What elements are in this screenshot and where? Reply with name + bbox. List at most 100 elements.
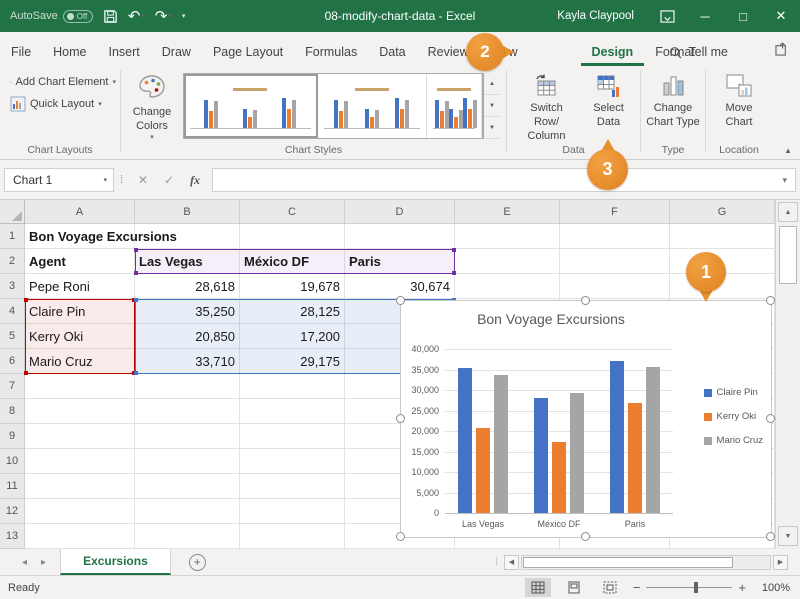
chart-selection-handle[interactable] [581,532,590,541]
bar-kerry-oki[interactable] [476,428,490,513]
row-header-4[interactable]: 4 [0,299,25,324]
cell-C5[interactable]: 17,200 [240,324,345,349]
ribbon-display-options-button[interactable] [648,0,686,32]
chart-style-thumbnail-2[interactable] [318,74,427,138]
grid-cell[interactable] [240,449,345,474]
chart-legend[interactable]: Claire PinKerry OkiMario Cruz [704,387,763,446]
cell-D2[interactable]: Paris [345,249,455,274]
grid-cell[interactable] [135,374,240,399]
tab-design[interactable]: Design [581,37,645,66]
cell-C2[interactable]: México DF [240,249,345,274]
legend-item-claire-pin[interactable]: Claire Pin [704,387,763,398]
chart-style-thumbnail-3[interactable] [427,74,482,138]
grid-cell[interactable] [560,274,670,299]
confirm-entry-button[interactable]: ✓ [156,173,182,187]
chart-style-thumbnail-1[interactable] [184,74,318,138]
change-colors-button[interactable]: Change Colors ▾ [121,71,183,144]
bar-kerry-oki[interactable] [552,442,566,513]
legend-item-kerry-oki[interactable]: Kerry Oki [704,411,763,422]
collapse-ribbon-button[interactable]: ▲ [784,146,792,155]
save-button[interactable] [103,9,118,24]
zoom-out-button[interactable]: − [633,580,641,595]
tab-data[interactable]: Data [368,37,416,66]
bar-mario-cruz[interactable] [494,375,508,513]
grid-cell[interactable] [560,224,670,249]
row-header-6[interactable]: 6 [0,349,25,374]
row-header-2[interactable]: 2 [0,249,25,274]
cell-A5[interactable]: Kerry Oki [25,324,135,349]
embedded-chart[interactable]: Bon Voyage Excursions05,00010,00015,0002… [400,300,772,538]
vscroll-down-button[interactable]: ▼ [778,526,798,546]
minimize-button[interactable]: ─ [686,0,724,32]
zoom-slider-thumb[interactable] [694,582,698,593]
chart-selection-handle[interactable] [396,532,405,541]
grid-cell[interactable] [670,224,775,249]
new-sheet-button[interactable]: + [189,554,206,571]
grid-cell[interactable] [240,399,345,424]
page-break-preview-button[interactable] [597,578,623,597]
cell-B4[interactable]: 35,250 [135,299,240,324]
gallery-scroll-down-button[interactable]: ▼ [484,95,500,117]
bar-claire-pin[interactable] [458,368,472,513]
chart-selection-handle[interactable] [581,296,590,305]
grid-cell[interactable] [135,449,240,474]
row-header-5[interactable]: 5 [0,324,25,349]
grid-cell[interactable] [240,374,345,399]
redo-button[interactable]: ↷▾ [155,9,172,24]
select-all-corner[interactable] [0,200,25,224]
cell-A4[interactable]: Claire Pin [25,299,135,324]
normal-view-button[interactable] [525,578,551,597]
row-header-13[interactable]: 13 [0,524,25,549]
tab-draw[interactable]: Draw [151,37,202,66]
sheet-nav-right-button[interactable]: ▸ [41,557,46,568]
column-header-e[interactable]: E [455,200,560,224]
cell-A3[interactable]: Pepe Roni [25,274,135,299]
chart-selection-handle[interactable] [766,296,775,305]
column-header-b[interactable]: B [135,200,240,224]
grid-cell[interactable] [135,474,240,499]
vertical-scrollbar[interactable]: ▲▼ [775,200,800,549]
grid-cell[interactable] [455,224,560,249]
formula-bar-splitter[interactable]: ⁞ [114,174,130,186]
horizontal-scrollbar[interactable]: ◀ ▶ [498,549,800,575]
cell-C4[interactable]: 28,125 [240,299,345,324]
grid-cell[interactable] [25,424,135,449]
vscroll-up-button[interactable]: ▲ [778,202,798,222]
hscroll-track[interactable] [521,555,771,570]
sheet-nav-left-button[interactable]: ◂ [22,557,27,568]
tab-file[interactable]: File [0,37,42,66]
grid-cell[interactable] [25,474,135,499]
cell-C3[interactable]: 19,678 [240,274,345,299]
undo-button[interactable]: ↶▾ [128,9,145,24]
grid-cell[interactable] [560,249,670,274]
cell-A6[interactable]: Mario Cruz [25,349,135,374]
cell-B3[interactable]: 28,618 [135,274,240,299]
sheet-tab-excursions[interactable]: Excursions [60,549,171,575]
bar-claire-pin[interactable] [534,398,548,513]
column-header-a[interactable]: A [25,200,135,224]
grid-cell[interactable] [135,499,240,524]
zoom-slider[interactable] [646,587,732,588]
bar-mario-cruz[interactable] [570,393,584,513]
grid-cell[interactable] [240,224,345,249]
cell-B6[interactable]: 33,710 [135,349,240,374]
bar-mario-cruz[interactable] [646,367,660,513]
grid-cell[interactable] [240,424,345,449]
grid-cell[interactable] [135,424,240,449]
cell-A1[interactable]: Bon Voyage Excursions [25,224,135,249]
vscroll-thumb[interactable] [779,226,797,284]
row-header-1[interactable]: 1 [0,224,25,249]
row-header-10[interactable]: 10 [0,449,25,474]
cancel-entry-button[interactable]: ✕ [130,173,156,187]
cell-B5[interactable]: 20,850 [135,324,240,349]
tab-page-layout[interactable]: Page Layout [202,37,294,66]
page-layout-view-button[interactable] [561,578,587,597]
grid-cell[interactable] [455,249,560,274]
grid-cell[interactable] [240,524,345,549]
scroll-right-button[interactable]: ▶ [773,555,788,570]
bar-kerry-oki[interactable] [628,403,642,513]
chart-selection-handle[interactable] [396,414,405,423]
grid-cell[interactable] [25,499,135,524]
grid-cell[interactable] [25,449,135,474]
column-header-f[interactable]: F [560,200,670,224]
